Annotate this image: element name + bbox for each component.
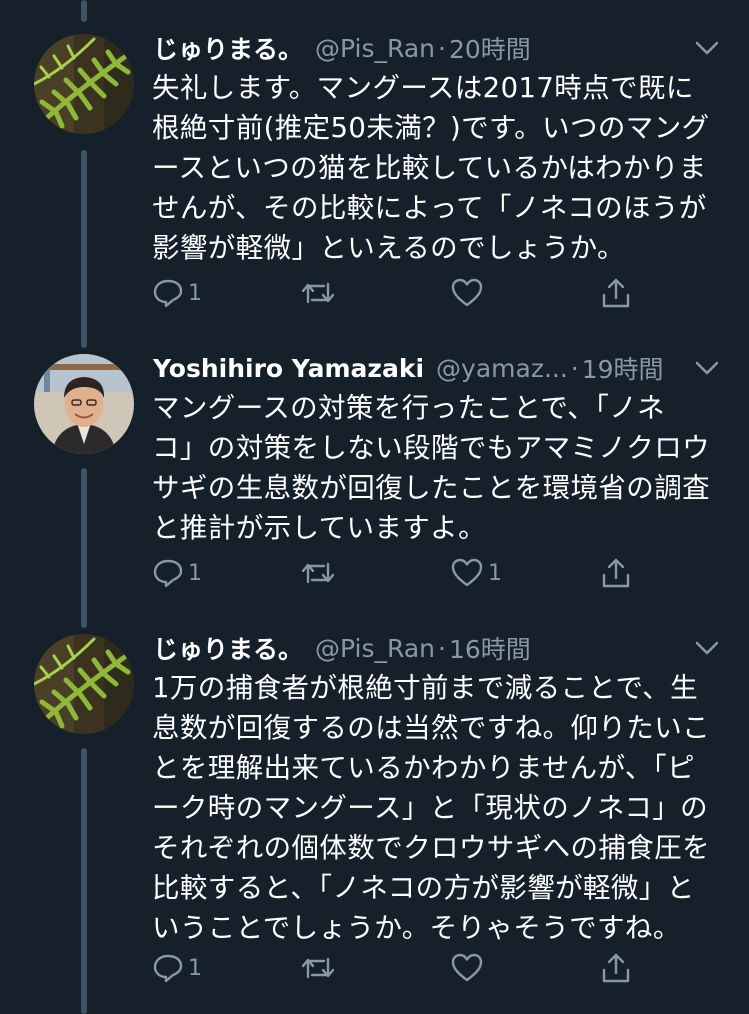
display-name[interactable]: じゅりまる。 — [153, 30, 303, 66]
chevron-down-icon[interactable] — [693, 356, 721, 380]
like-icon — [450, 558, 484, 588]
user-handle[interactable]: @Pis_Ran — [315, 34, 435, 63]
like-icon — [450, 953, 484, 983]
display-name[interactable]: じゅりまる。 — [153, 630, 303, 666]
tweet-actions: 1 1 — [152, 553, 642, 593]
thread-connector-line — [81, 150, 87, 348]
tweet-text: マングースの対策を行ったことで、「ノネ コ」の対策をしない段階でもアマミノクロウ… — [152, 392, 710, 544]
tweet-header: Yoshihiro Yamazaki @yamaz... · 19時間 — [153, 350, 729, 386]
tweet-actions: 1 — [152, 273, 642, 313]
reply-button[interactable]: 1 — [152, 948, 202, 988]
tweet-header: じゅりまる。 @Pis_Ran · 20時間 — [153, 30, 729, 66]
tweet-text: 失礼します。マングースは2017時点で既に 根絶寸前(推定50未満？)です。いつ… — [152, 72, 710, 264]
like-button[interactable]: 1 — [450, 553, 502, 593]
user-handle[interactable]: @Pis_Ran — [315, 634, 435, 663]
share-icon — [600, 952, 632, 984]
chevron-down-icon[interactable] — [693, 36, 721, 60]
avatar[interactable] — [34, 634, 134, 734]
like-button[interactable] — [450, 948, 488, 988]
timestamp[interactable]: 20時間 — [449, 30, 531, 66]
share-icon — [600, 277, 632, 309]
reply-count: 1 — [188, 560, 202, 586]
timestamp[interactable]: 16時間 — [449, 630, 531, 666]
chevron-down-icon[interactable] — [693, 636, 721, 660]
separator-dot: · — [438, 633, 446, 663]
like-button[interactable] — [450, 273, 488, 313]
share-button[interactable] — [600, 553, 632, 593]
reply-button[interactable]: 1 — [152, 273, 202, 313]
reply-button[interactable]: 1 — [152, 553, 202, 593]
share-button[interactable] — [600, 273, 632, 313]
separator-dot: · — [438, 33, 446, 63]
display-name[interactable]: Yoshihiro Yamazaki — [153, 354, 424, 383]
thread-connector-line — [81, 468, 87, 628]
retweet-button[interactable] — [300, 273, 340, 313]
reply-count: 1 — [188, 955, 202, 981]
avatar[interactable] — [34, 354, 134, 454]
like-icon — [450, 278, 484, 308]
tweet-header: じゅりまる。 @Pis_Ran · 16時間 — [153, 630, 729, 666]
retweet-button[interactable] — [300, 948, 340, 988]
share-button[interactable] — [600, 948, 632, 988]
thread-connector-line — [81, 748, 87, 1014]
separator-dot: · — [570, 353, 579, 383]
reply-icon — [152, 953, 184, 983]
retweet-icon — [300, 953, 336, 983]
timestamp[interactable]: 19時間 — [582, 350, 664, 386]
thread-connector-line — [81, 0, 87, 22]
reply-count: 1 — [188, 280, 202, 306]
user-handle[interactable]: @yamaz... — [436, 354, 568, 383]
tweet-actions: 1 — [152, 948, 642, 988]
share-icon — [600, 557, 632, 589]
like-count: 1 — [488, 560, 502, 586]
reply-icon — [152, 558, 184, 588]
reply-icon — [152, 278, 184, 308]
conversation-thread: じゅりまる。 @Pis_Ran · 20時間 失礼します。マングースは2017時… — [0, 0, 749, 1014]
retweet-button[interactable] — [300, 553, 340, 593]
retweet-icon — [300, 558, 336, 588]
tweet-text: 1万の捕食者が根絶寸前まで減ることで、生 息数が回復するのは当然ですね。仰りたい… — [152, 672, 710, 944]
retweet-icon — [300, 278, 336, 308]
avatar[interactable] — [34, 34, 134, 134]
